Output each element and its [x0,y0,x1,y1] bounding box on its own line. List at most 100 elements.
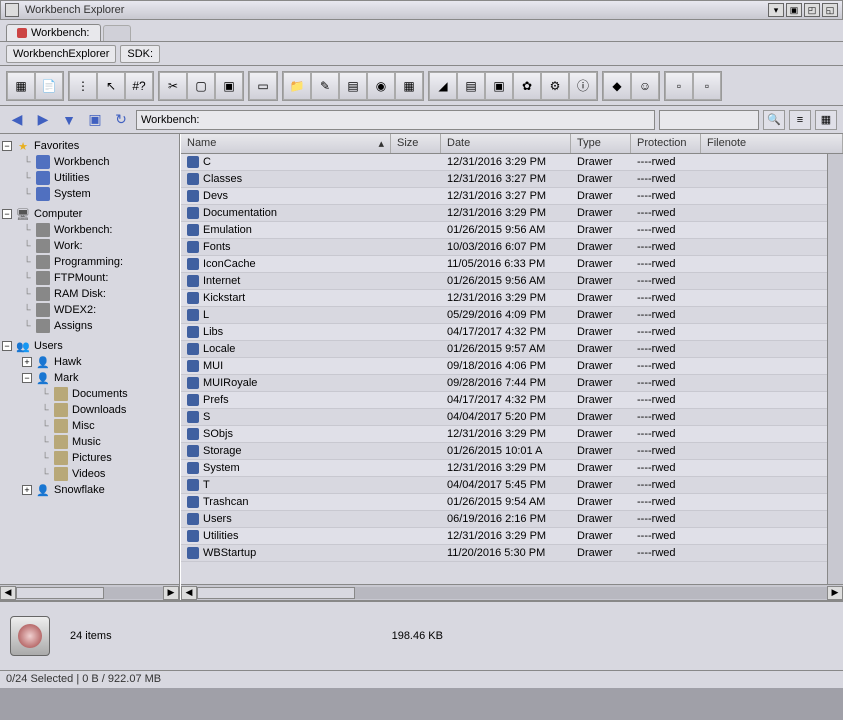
home-icon[interactable]: ▣ [84,110,106,130]
sidebar-item-user[interactable]: −👤Mark [2,370,177,386]
tab-new[interactable] [103,25,131,41]
expand-icon[interactable]: − [22,373,32,383]
collapse-icon[interactable]: − [2,341,12,351]
col-name[interactable]: Name ▴ [181,134,391,153]
table-row[interactable]: Prefs 04/17/2017 4:32 PM Drawer ----rwed [181,392,843,409]
sidebar-hscroll[interactable] [16,587,163,599]
sidebar-item[interactable]: └Workbench [2,154,177,170]
table-row[interactable]: Libs 04/17/2017 4:32 PM Drawer ----rwed [181,324,843,341]
sidebar-item-user[interactable]: +👤Snowflake [2,482,177,498]
pop-button[interactable]: ◰ [804,3,820,17]
table-row[interactable]: System 12/31/2016 3:29 PM Drawer ----rwe… [181,460,843,477]
expand-icon[interactable]: + [22,485,32,495]
tool-btn-17[interactable]: ▣ [485,72,513,100]
sidebar-item[interactable]: └Music [2,434,177,450]
tool-btn-22[interactable]: ☺ [631,72,659,100]
view-toggle-1[interactable]: ≡ [789,110,811,130]
sidebar-item[interactable]: └Assigns [2,318,177,334]
table-row[interactable]: Documentation 12/31/2016 3:29 PM Drawer … [181,205,843,222]
col-filenote[interactable]: Filenote [701,134,843,153]
harddisk-icon[interactable] [10,616,50,656]
tool-btn-3[interactable]: ⋮ [69,72,97,100]
close-box[interactable] [5,3,19,17]
favorites-header[interactable]: − ★ Favorites [2,138,177,154]
table-row[interactable]: Trashcan 01/26/2015 9:54 AM Drawer ----r… [181,494,843,511]
collapse-icon[interactable]: − [2,209,12,219]
vscroll[interactable] [827,154,843,584]
cut-icon[interactable]: ✂ [159,72,187,100]
iconify-button[interactable]: ▾ [768,3,784,17]
workbenchexplorer-button[interactable]: WorkbenchExplorer [6,45,116,63]
tool-btn-21[interactable]: ◆ [603,72,631,100]
tool-btn-14[interactable]: ▦ [395,72,423,100]
scroll-right-icon[interactable]: ▶ [827,586,843,600]
tool-btn-16[interactable]: ▤ [457,72,485,100]
table-row[interactable]: Classes 12/31/2016 3:27 PM Drawer ----rw… [181,171,843,188]
tool-btn-20[interactable]: ⓘ [569,72,597,100]
sidebar-item[interactable]: └WDEX2: [2,302,177,318]
collapse-icon[interactable]: − [2,141,12,151]
refresh-icon[interactable]: ↻ [110,110,132,130]
tool-btn-11[interactable]: ✎ [311,72,339,100]
table-row[interactable]: L 05/29/2016 4:09 PM Drawer ----rwed [181,307,843,324]
scroll-left-icon[interactable]: ◀ [0,586,16,600]
sidebar-item[interactable]: └Documents [2,386,177,402]
col-date[interactable]: Date [441,134,571,153]
sidebar-item[interactable]: └Pictures [2,450,177,466]
copy-icon[interactable]: ▢ [187,72,215,100]
scroll-left-icon[interactable]: ◀ [181,586,197,600]
table-row[interactable]: Emulation 01/26/2015 9:56 AM Drawer ----… [181,222,843,239]
col-type[interactable]: Type [571,134,631,153]
tool-btn-24[interactable]: ▫ [693,72,721,100]
sidebar-item[interactable]: └Work: [2,238,177,254]
table-row[interactable]: Kickstart 12/31/2016 3:29 PM Drawer ----… [181,290,843,307]
sidebar-item[interactable]: └Workbench: [2,222,177,238]
table-row[interactable]: Utilities 12/31/2016 3:29 PM Drawer ----… [181,528,843,545]
tool-btn-5[interactable]: #? [125,72,153,100]
tool-btn-15[interactable]: ◢ [429,72,457,100]
sidebar-item[interactable]: └Misc [2,418,177,434]
table-row[interactable]: Storage 01/26/2015 10:01 A Drawer ----rw… [181,443,843,460]
expand-icon[interactable]: + [22,357,32,367]
tool-btn-12[interactable]: ▤ [339,72,367,100]
table-row[interactable]: WBStartup 11/20/2016 5:30 PM Drawer ----… [181,545,843,562]
tool-btn-10[interactable]: 📁 [283,72,311,100]
paste-icon[interactable]: ▣ [215,72,243,100]
search-input[interactable] [659,110,759,130]
view-toggle-2[interactable]: ▦ [815,110,837,130]
search-icon[interactable]: 🔍 [763,110,785,130]
table-row[interactable]: T 04/04/2017 5:45 PM Drawer ----rwed [181,477,843,494]
tab-workbench[interactable]: Workbench: [6,24,101,41]
files-hscroll[interactable] [197,587,827,599]
tab-close-icon[interactable] [17,28,27,38]
depth-button[interactable]: ◱ [822,3,838,17]
tool-btn-9[interactable]: ▭ [249,72,277,100]
tool-btn-18[interactable]: ✿ [513,72,541,100]
tool-btn-23[interactable]: ▫ [665,72,693,100]
tool-btn-13[interactable]: ◉ [367,72,395,100]
scroll-right-icon[interactable]: ▶ [163,586,179,600]
sidebar-item[interactable]: └Utilities [2,170,177,186]
sdk-button[interactable]: SDK: [120,45,160,63]
table-row[interactable]: IconCache 11/05/2016 6:33 PM Drawer ----… [181,256,843,273]
table-row[interactable]: MUI 09/18/2016 4:06 PM Drawer ----rwed [181,358,843,375]
titlebar[interactable]: Workbench Explorer ▾ ▣ ◰ ◱ [0,0,843,20]
col-size[interactable]: Size [391,134,441,153]
sidebar-item-user[interactable]: +👤Hawk [2,354,177,370]
table-row[interactable]: MUIRoyale 09/28/2016 7:44 PM Drawer ----… [181,375,843,392]
table-row[interactable]: C 12/31/2016 3:29 PM Drawer ----rwed [181,154,843,171]
table-row[interactable]: Devs 12/31/2016 3:27 PM Drawer ----rwed [181,188,843,205]
col-protection[interactable]: Protection [631,134,701,153]
sidebar-item[interactable]: └RAM Disk: [2,286,177,302]
back-icon[interactable]: ◀ [6,110,28,130]
zoom-button[interactable]: ▣ [786,3,802,17]
table-row[interactable]: Users 06/19/2016 2:16 PM Drawer ----rwed [181,511,843,528]
table-row[interactable]: Internet 01/26/2015 9:56 AM Drawer ----r… [181,273,843,290]
table-row[interactable]: Locale 01/26/2015 9:57 AM Drawer ----rwe… [181,341,843,358]
sidebar-item[interactable]: └System [2,186,177,202]
dropdown-icon[interactable]: ▼ [58,110,80,130]
sidebar-item[interactable]: └Videos [2,466,177,482]
tool-btn-2[interactable]: 📄 [35,72,63,100]
tool-btn-19[interactable]: ⚙ [541,72,569,100]
sidebar-item[interactable]: └FTPMount: [2,270,177,286]
